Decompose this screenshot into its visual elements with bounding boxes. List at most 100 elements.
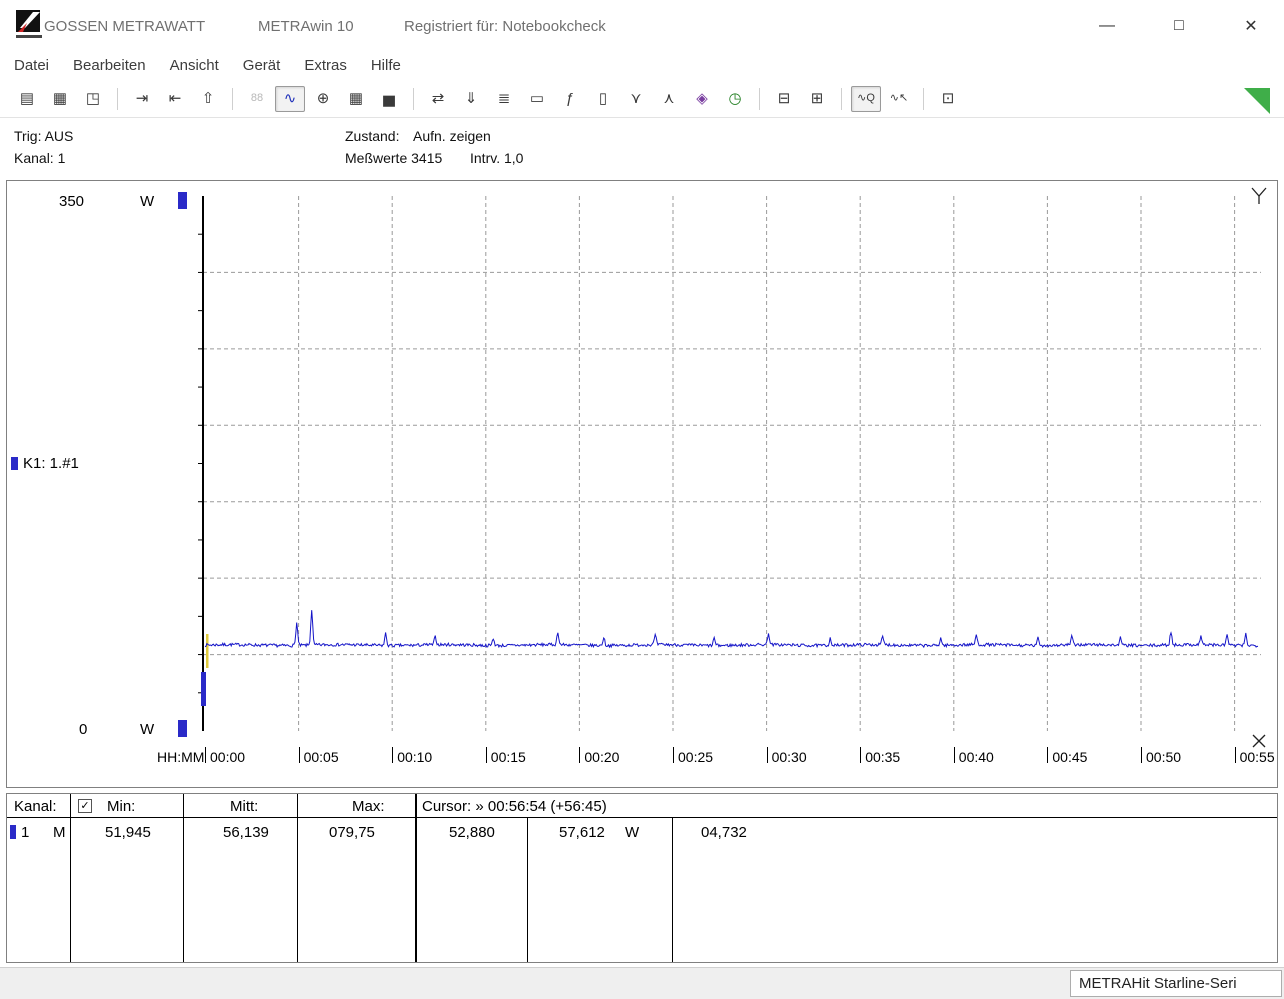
device-send-icon: ⇄ (431, 90, 445, 107)
print-preview-button[interactable]: ⊞ (802, 86, 832, 112)
close-button[interactable]: ✕ (1234, 12, 1268, 40)
col-header-max: Max: (352, 798, 385, 815)
app-logo-icon (16, 10, 42, 38)
export-report-button[interactable]: ⇤ (160, 86, 190, 112)
device-function-button[interactable]: ƒ (555, 86, 585, 112)
view-table-button[interactable]: ▦ (341, 86, 371, 112)
device-name-field: METRAHit Starline-Seri (1070, 970, 1282, 997)
x-tick-mark (485, 747, 487, 763)
channel-split-button[interactable]: ⋎ (621, 86, 651, 112)
annotation-button[interactable]: ⊡ (933, 86, 963, 112)
x-tick-label: 00:20 (584, 749, 620, 765)
device-settings-button[interactable]: ≣ (489, 86, 519, 112)
x-tick-mark (392, 747, 394, 763)
colors-button[interactable]: ◈ (687, 86, 717, 112)
trend-plot[interactable] (195, 193, 1263, 743)
toolbar-separator (841, 87, 842, 110)
device-display-button[interactable]: ▯ (588, 86, 618, 112)
x-tick-label: 00:10 (397, 749, 433, 765)
row-delta-value: 04,732 (701, 824, 747, 841)
toolbar-separator (923, 87, 924, 110)
x-tick-mark (298, 747, 300, 763)
connection-indicator-triangle-icon (1244, 88, 1270, 114)
annotation-icon: ⊡ (941, 90, 955, 107)
x-tick-label: 00:25 (678, 749, 714, 765)
print-button[interactable]: ⊟ (769, 86, 799, 112)
x-tick-label: 00:45 (1052, 749, 1088, 765)
view-histogram-button[interactable]: ▅ (374, 86, 404, 112)
x-tick-mark (1047, 747, 1049, 763)
timer-button[interactable]: ◷ (720, 86, 750, 112)
device-function-icon: ƒ (565, 90, 575, 107)
x-tick-mark (205, 747, 206, 763)
status-bar: METRAHit Starline-Seri (0, 967, 1284, 999)
device-read-icon: ⇓ (464, 90, 478, 107)
col-header-min: Min: (107, 798, 136, 815)
state-label: Zustand: (345, 128, 400, 144)
view-histogram-icon: ▅ (383, 90, 395, 107)
status-strip: Trig: AUS Kanal: 1 Zustand: Aufn. zeigen… (0, 118, 1284, 178)
trigger-status: Trig: AUS (14, 128, 74, 144)
statistics-table: Kanal: ✓ Min: Mitt: Max: Cursor: » 00:56… (6, 793, 1278, 963)
device-read-button[interactable]: ⇓ (456, 86, 486, 112)
view-numeric-button[interactable]: 88 (242, 86, 272, 112)
table-divider (527, 817, 528, 962)
channel-legend-label: K1: 1.#1 (23, 455, 79, 472)
row-cursor2-value: 57,612 (559, 824, 605, 841)
view-xy-button[interactable]: ⊕ (308, 86, 338, 112)
device-settings-icon: ≣ (497, 90, 511, 107)
export-copy-button[interactable]: ⇧ (193, 86, 223, 112)
title-brand: GOSSEN METRAWATT (44, 18, 206, 35)
device-send-button[interactable]: ⇄ (423, 86, 453, 112)
save-as-button[interactable]: ▦ (45, 86, 75, 112)
open-icon: ◳ (85, 90, 101, 107)
device-monitor-icon: ▭ (529, 90, 545, 107)
menu-item-bearbeiten[interactable]: Bearbeiten (73, 57, 146, 74)
view-trend-button[interactable]: ∿ (275, 85, 305, 112)
cursor-marker-bottom-icon[interactable] (1250, 732, 1268, 750)
y-axis-unit-top: W (140, 193, 155, 210)
row-channel-number: 1 (21, 824, 30, 841)
x-tick-mark (673, 747, 674, 763)
menu-item-ansicht[interactable]: Ansicht (170, 57, 219, 74)
x-tick-mark (1141, 747, 1142, 763)
channel-split-icon: ⋎ (630, 90, 642, 107)
x-tick-label: 00:35 (865, 749, 901, 765)
print-preview-icon: ⊞ (810, 90, 824, 107)
save-button[interactable]: ▤ (12, 86, 42, 112)
y-range-bottom-handle[interactable] (178, 720, 187, 737)
toolbar-separator (413, 87, 414, 110)
toolbar-separator (759, 87, 760, 110)
menu-item-gert[interactable]: Gerät (243, 57, 281, 74)
x-tick-label: 00:50 (1146, 749, 1182, 765)
cursor-marker-top-icon[interactable] (1250, 186, 1268, 206)
zoom-curve-icon: ∿Q (857, 92, 875, 104)
menu-item-hilfe[interactable]: Hilfe (371, 57, 401, 74)
channel-legend: K1: 1.#1 (11, 455, 79, 472)
view-numeric-icon: 88 (250, 92, 264, 104)
app-window: GOSSEN METRAWATT METRAwin 10 Registriert… (0, 0, 1284, 999)
title-registered-to: Registriert für: Notebookcheck (404, 18, 606, 35)
toolbar-separator (232, 87, 233, 110)
zoom-curve-button[interactable]: ∿Q (851, 85, 881, 112)
state-value: Aufn. zeigen (413, 128, 491, 144)
device-monitor-button[interactable]: ▭ (522, 86, 552, 112)
y-range-top-handle[interactable] (178, 192, 187, 209)
menu-item-datei[interactable]: Datei (14, 57, 49, 74)
row-channel-mode: M (53, 824, 66, 841)
channel-merge-button[interactable]: ⋏ (654, 86, 684, 112)
export-values-button[interactable]: ⇥ (127, 86, 157, 112)
channel-visible-checkbox[interactable]: ✓ (78, 799, 92, 813)
title-bar: GOSSEN METRAWATT METRAwin 10 Registriert… (0, 0, 1284, 50)
table-header-rule (7, 817, 1277, 818)
zoom-select-button[interactable]: ∿↖ (884, 86, 914, 112)
menu-item-extras[interactable]: Extras (304, 57, 347, 74)
row-min-value: 51,945 (105, 824, 151, 841)
channel-color-swatch (11, 457, 18, 470)
minimize-button[interactable]: — (1090, 12, 1124, 40)
row-channel-color-swatch (10, 825, 16, 839)
save-as-icon: ▦ (52, 90, 68, 107)
maximize-button[interactable]: □ (1162, 12, 1196, 40)
open-button[interactable]: ◳ (78, 86, 108, 112)
export-report-icon: ⇤ (168, 90, 182, 107)
